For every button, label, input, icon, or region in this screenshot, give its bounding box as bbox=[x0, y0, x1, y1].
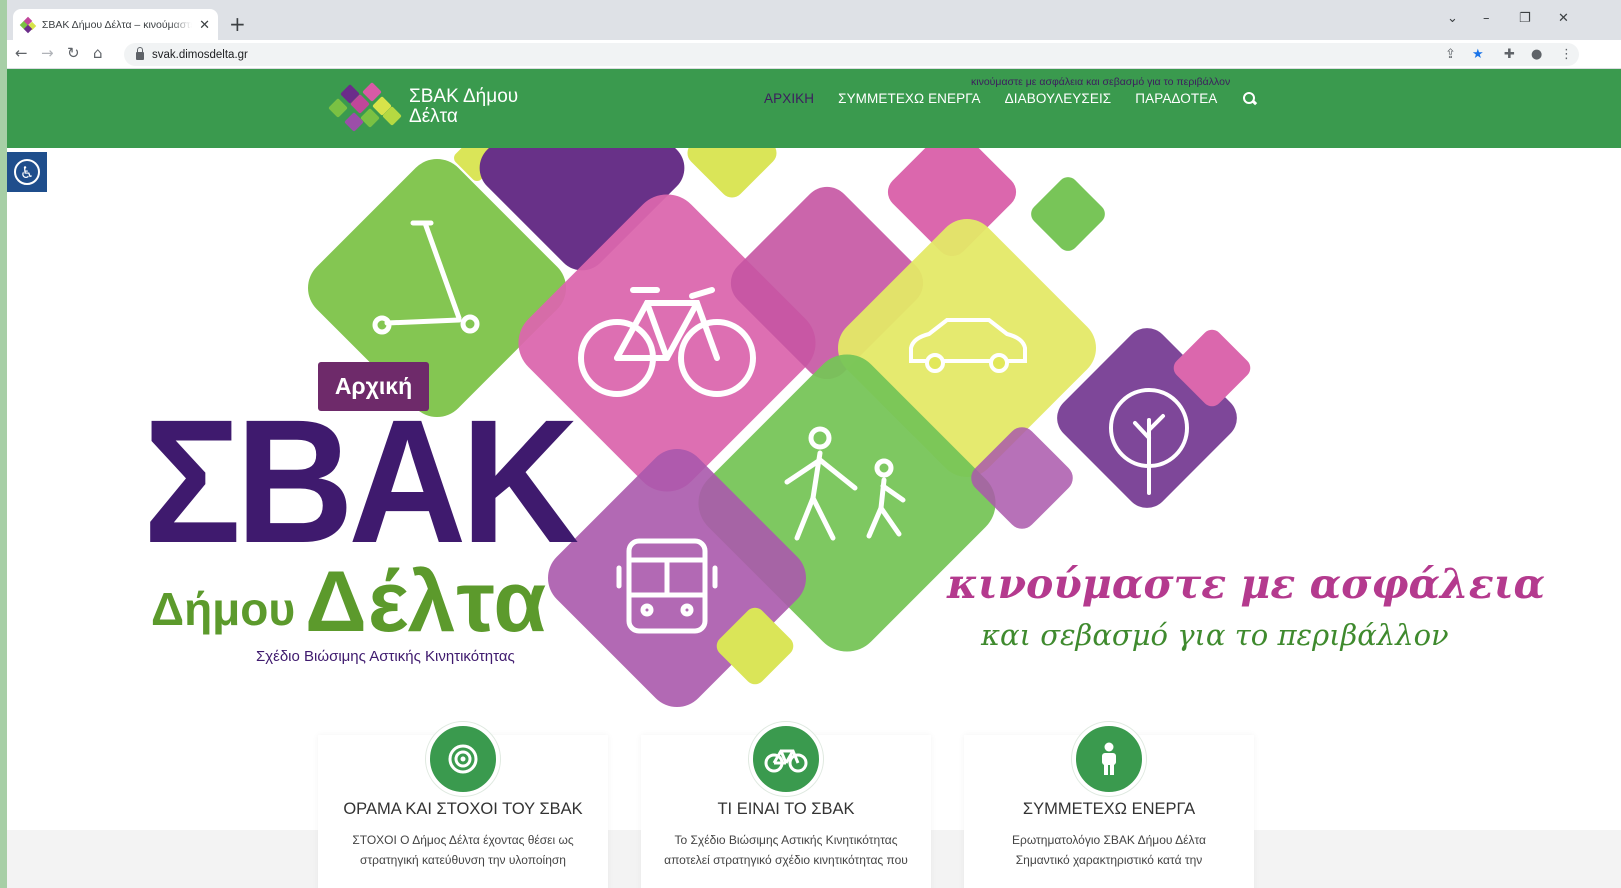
url-text: svak.dimosdelta.gr bbox=[152, 48, 248, 61]
extensions-icon[interactable]: ✚ bbox=[1504, 47, 1515, 62]
hero-slogan-line1: κινούμαστε με ασφάλεια bbox=[947, 560, 1546, 608]
hero-slogan-line2: και σεβασμό για το περιβάλλον bbox=[981, 618, 1449, 652]
profile-icon[interactable]: ● bbox=[1531, 47, 1542, 62]
browser-toolbar: ← → ↻ ⌂ svak.dimosdelta.gr ⇪ ★ ✚ ● ⋮ bbox=[7, 40, 1621, 69]
diamond-decor bbox=[687, 148, 777, 198]
accessibility-button[interactable]: ♿ bbox=[7, 152, 47, 192]
feature-card-vision[interactable]: ΟΡΑΜΑ ΚΑΙ ΣΤΟΧΟΙ ΤΟΥ ΣΒΑΚ ΣΤΟΧΟΙ Ο Δήμος… bbox=[318, 722, 608, 888]
feature-text-line: Σημαντικό χαρακτηριστικό κατά την bbox=[1015, 853, 1203, 867]
site-tagline: κινούμαστε με ασφάλεια και σεβασμό για τ… bbox=[971, 76, 1231, 88]
main-nav: ΑΡΧΙΚΗ ΣΥΜΜΕΤΕΧΩ ΕΝΕΡΓΑ ΔΙΑΒΟΥΛΕΥΣΕΙΣ ΠΑ… bbox=[764, 91, 1257, 106]
brand-delta: Δέλτα bbox=[305, 554, 548, 650]
browser-tab[interactable]: ΣΒΑΚ Δήμου Δέλτα – κινούμαστε με ασφάλει… bbox=[13, 9, 218, 40]
site-favicon-icon bbox=[19, 16, 37, 33]
close-window-button[interactable]: ✕ bbox=[1558, 11, 1569, 26]
feature-title[interactable]: ΟΡΑΜΑ ΚΑΙ ΣΤΟΧΟΙ ΤΟΥ ΣΒΑΚ bbox=[318, 800, 608, 819]
feature-card-participate[interactable]: ΣΥΜΜΕΤΕΧΩ ΕΝΕΡΓΑ Ερωτηματολόγιο ΣΒΑΚ Δήμ… bbox=[964, 722, 1254, 888]
home-button[interactable]: ⌂ bbox=[93, 44, 103, 62]
feature-text-line: αποτελεί στρατηγικό σχέδιο κινητικότητας… bbox=[664, 853, 908, 867]
brand-municipality: Δήμου bbox=[151, 583, 296, 635]
feature-text-line: Το Σχέδιο Βιώσιμης Αστικής Κινητικότητας bbox=[674, 833, 898, 847]
bookmark-star-icon[interactable]: ★ bbox=[1472, 47, 1484, 62]
nav-home[interactable]: ΑΡΧΙΚΗ bbox=[764, 91, 814, 106]
feature-text-line: Ερωτηματολόγιο ΣΒΑΚ Δήμου Δέλτα bbox=[1012, 833, 1206, 847]
site-logo-icon[interactable] bbox=[325, 79, 405, 137]
address-bar[interactable]: svak.dimosdelta.gr bbox=[124, 43, 1579, 66]
lock-icon bbox=[136, 47, 144, 60]
tab-strip: ΣΒΑΚ Δήμου Δέλτα – κινούμαστε με ασφάλει… bbox=[7, 0, 1621, 40]
restore-button[interactable]: ❐ bbox=[1519, 11, 1531, 26]
tab-search-icon[interactable]: ⌄ bbox=[1447, 11, 1458, 26]
search-icon[interactable] bbox=[1243, 91, 1257, 106]
feature-title[interactable]: ΣΥΜΜΕΤΕΧΩ ΕΝΕΡΓΑ bbox=[964, 800, 1254, 819]
back-button[interactable]: ← bbox=[15, 44, 28, 62]
new-tab-button[interactable]: + bbox=[229, 12, 246, 36]
person-icon bbox=[1072, 722, 1146, 796]
tab-title: ΣΒΑΚ Δήμου Δέλτα – κινούμαστε με ασφάλει… bbox=[41, 18, 193, 31]
menu-icon[interactable]: ⋮ bbox=[1560, 47, 1573, 62]
feature-text-line: στρατηγική κατεύθυνση την υλοποίηση bbox=[360, 853, 566, 867]
minimize-button[interactable]: – bbox=[1483, 11, 1490, 26]
reload-button[interactable]: ↻ bbox=[67, 44, 80, 62]
browser-window: ΣΒΑΚ Δήμου Δέλτα – κινούμαστε με ασφάλει… bbox=[7, 0, 1621, 888]
accessibility-icon: ♿ bbox=[14, 159, 40, 185]
feature-text-line: ΣΤΟΧΟΙ Ο Δήμος Δέλτα έχοντας θέσει ως bbox=[352, 833, 574, 847]
bicycle-icon bbox=[749, 722, 823, 796]
brand-title: ΣΒΑΚ bbox=[143, 384, 579, 580]
diamond-decor bbox=[1031, 177, 1105, 251]
share-icon[interactable]: ⇪ bbox=[1445, 47, 1456, 62]
hero-banner: Αρχική ΣΒΑΚ Δήμου Δέλτα Σχέδιο Βιώσιμης … bbox=[7, 148, 1621, 708]
feature-text: Το Σχέδιο Βιώσιμης Αστικής Κινητικότητας… bbox=[659, 830, 913, 870]
feature-text: ΣΤΟΧΟΙ Ο Δήμος Δέλτα έχοντας θέσει ως στ… bbox=[336, 830, 590, 870]
site-header: ΣΒΑΚ Δήμου Δέλτα κινούμαστε με ασφάλεια … bbox=[7, 69, 1621, 148]
target-icon bbox=[426, 722, 500, 796]
brand-caption: Σχέδιο Βιώσιμης Αστικής Κινητικότητας bbox=[256, 648, 515, 665]
feature-card-what-is[interactable]: ΤΙ ΕΙΝΑΙ ΤΟ ΣΒΑΚ Το Σχέδιο Βιώσιμης Αστι… bbox=[641, 722, 931, 888]
forward-button[interactable]: → bbox=[41, 44, 54, 62]
nav-consultations[interactable]: ΔΙΑΒΟΥΛΕΥΣΕΙΣ bbox=[1005, 91, 1112, 106]
nav-participate[interactable]: ΣΥΜΜΕΤΕΧΩ ΕΝΕΡΓΑ bbox=[838, 91, 981, 106]
feature-title[interactable]: ΤΙ ΕΙΝΑΙ ΤΟ ΣΒΑΚ bbox=[641, 800, 931, 819]
tab-close-icon[interactable]: ✕ bbox=[199, 17, 210, 33]
feature-text: Ερωτηματολόγιο ΣΒΑΚ Δήμου Δέλτα Σημαντικ… bbox=[982, 830, 1236, 870]
site-name[interactable]: ΣΒΑΚ Δήμου Δέλτα bbox=[409, 87, 549, 127]
nav-deliverables[interactable]: ΠΑΡΑΔΟΤΕΑ bbox=[1135, 91, 1217, 106]
